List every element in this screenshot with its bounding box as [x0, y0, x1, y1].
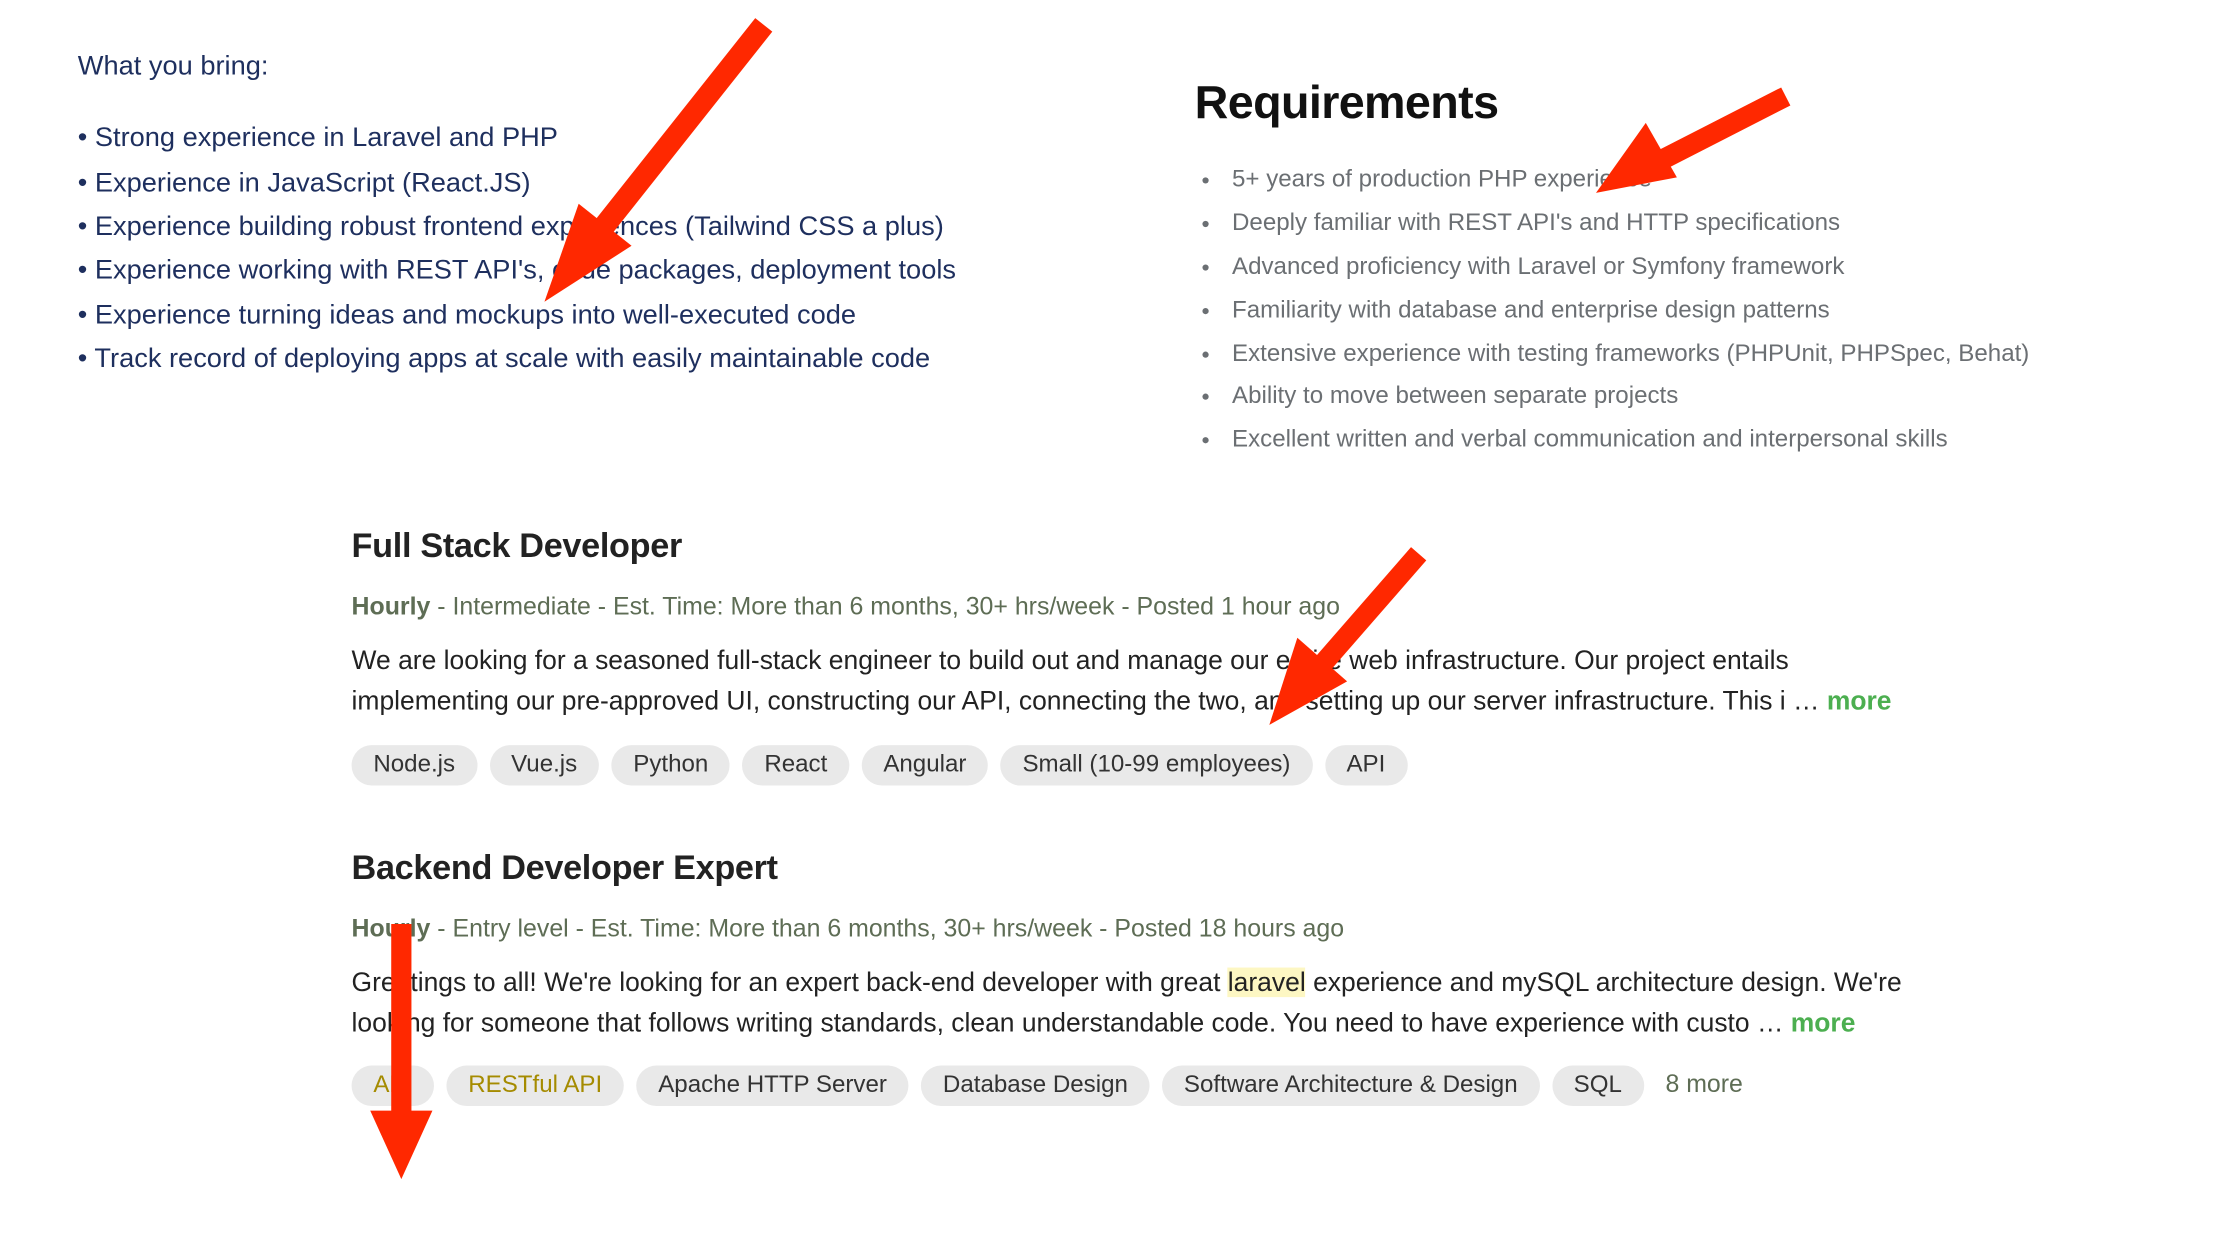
- what-you-bring-heading: What you bring:: [78, 44, 1058, 88]
- requirements-item: Extensive experience with testing framew…: [1226, 332, 2128, 375]
- job-tag[interactable]: SQL: [1552, 1066, 1644, 1106]
- job-tags: API RESTful API Apache HTTP Server Database…: [352, 1066, 1908, 1106]
- what-you-bring-block: What you bring: • Strong experience in L…: [78, 44, 1058, 381]
- job-description: We are looking for a seasoned full-stack…: [352, 641, 1908, 723]
- what-you-bring-item: • Track record of deploying apps at scal…: [78, 336, 1058, 380]
- job-tag[interactable]: Software Architecture & Design: [1162, 1066, 1539, 1106]
- requirements-heading: Requirements: [1195, 78, 2128, 131]
- job-tag[interactable]: Database Design: [921, 1066, 1150, 1106]
- highlighted-keyword: laravel: [1228, 967, 1306, 997]
- job-tag[interactable]: API: [1325, 745, 1407, 785]
- what-you-bring-item: • Strong experience in Laravel and PHP: [78, 116, 1058, 160]
- what-you-bring-item: • Experience building robust frontend ex…: [78, 204, 1058, 248]
- what-you-bring-item: • Experience working with REST API's, co…: [78, 248, 1058, 292]
- job-pay-type: Hourly: [352, 594, 431, 620]
- requirements-item: Advanced proficiency with Laravel or Sym…: [1226, 245, 2128, 288]
- requirements-item: 5+ years of production PHP experience: [1226, 159, 2128, 202]
- job-listing: Full Stack Developer Hourly - Intermediat…: [352, 526, 1908, 785]
- job-pay-type: Hourly: [352, 916, 431, 942]
- more-tags-link[interactable]: 8 more: [1665, 1072, 1742, 1100]
- requirements-block: Requirements 5+ years of production PHP …: [1195, 78, 2128, 463]
- job-tag[interactable]: Angular: [862, 745, 989, 785]
- job-tag[interactable]: RESTful API: [446, 1066, 624, 1106]
- job-meta: Hourly - Intermediate - Est. Time: More …: [352, 594, 1908, 622]
- job-title[interactable]: Backend Developer Expert: [352, 847, 1908, 887]
- job-description: Greetings to all! We're looking for an e…: [352, 962, 1908, 1044]
- requirements-item: Deeply familiar with REST API's and HTTP…: [1226, 202, 2128, 245]
- requirements-item: Familiarity with database and enterprise…: [1226, 289, 2128, 332]
- what-you-bring-item: • Experience in JavaScript (React.JS): [78, 160, 1058, 204]
- job-meta: Hourly - Entry level - Est. Time: More t…: [352, 916, 1908, 944]
- more-link[interactable]: more: [1827, 687, 1892, 717]
- job-tag[interactable]: Node.js: [352, 745, 477, 785]
- job-title[interactable]: Full Stack Developer: [352, 526, 1908, 566]
- job-listing: Backend Developer Expert Hourly - Entry l…: [352, 847, 1908, 1106]
- job-tag[interactable]: Vue.js: [489, 745, 599, 785]
- requirements-item: Ability to move between separate project…: [1226, 376, 2128, 419]
- job-tags: Node.js Vue.js Python React Angular Small (10…: [352, 745, 1908, 785]
- job-tag[interactable]: Small (10-99 employees): [1001, 745, 1313, 785]
- job-tag[interactable]: React: [743, 745, 850, 785]
- requirements-item: Excellent written and verbal communicati…: [1226, 419, 2128, 462]
- more-link[interactable]: more: [1791, 1008, 1856, 1038]
- job-tag[interactable]: API: [352, 1066, 434, 1106]
- what-you-bring-item: • Experience turning ideas and mockups i…: [78, 292, 1058, 336]
- job-tag[interactable]: Apache HTTP Server: [636, 1066, 908, 1106]
- job-tag[interactable]: Python: [611, 745, 730, 785]
